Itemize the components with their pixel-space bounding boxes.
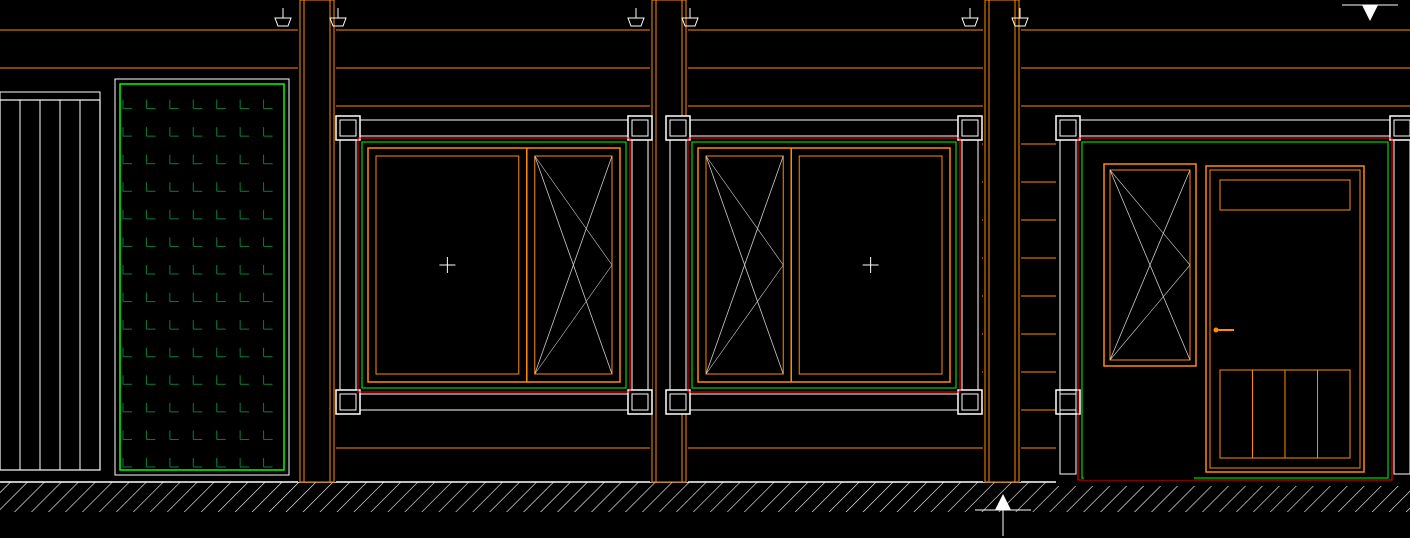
mask bbox=[336, 116, 652, 414]
wall-lamp-icon bbox=[628, 8, 644, 26]
mask bbox=[114, 78, 290, 476]
mask bbox=[666, 116, 982, 414]
column bbox=[300, 0, 334, 482]
column bbox=[985, 0, 1019, 482]
wall-lamp-icon bbox=[962, 8, 978, 26]
elevation-drawing bbox=[0, 0, 1410, 538]
mask bbox=[0, 100, 106, 470]
door-handle-rose bbox=[1214, 328, 1219, 333]
 bbox=[1084, 370, 1194, 480]
wall-lamp-icon bbox=[275, 8, 291, 26]
level-arrow-icon bbox=[1362, 5, 1378, 21]
ground-hatch bbox=[0, 482, 1410, 512]
panel1-cap bbox=[0, 92, 100, 100]
